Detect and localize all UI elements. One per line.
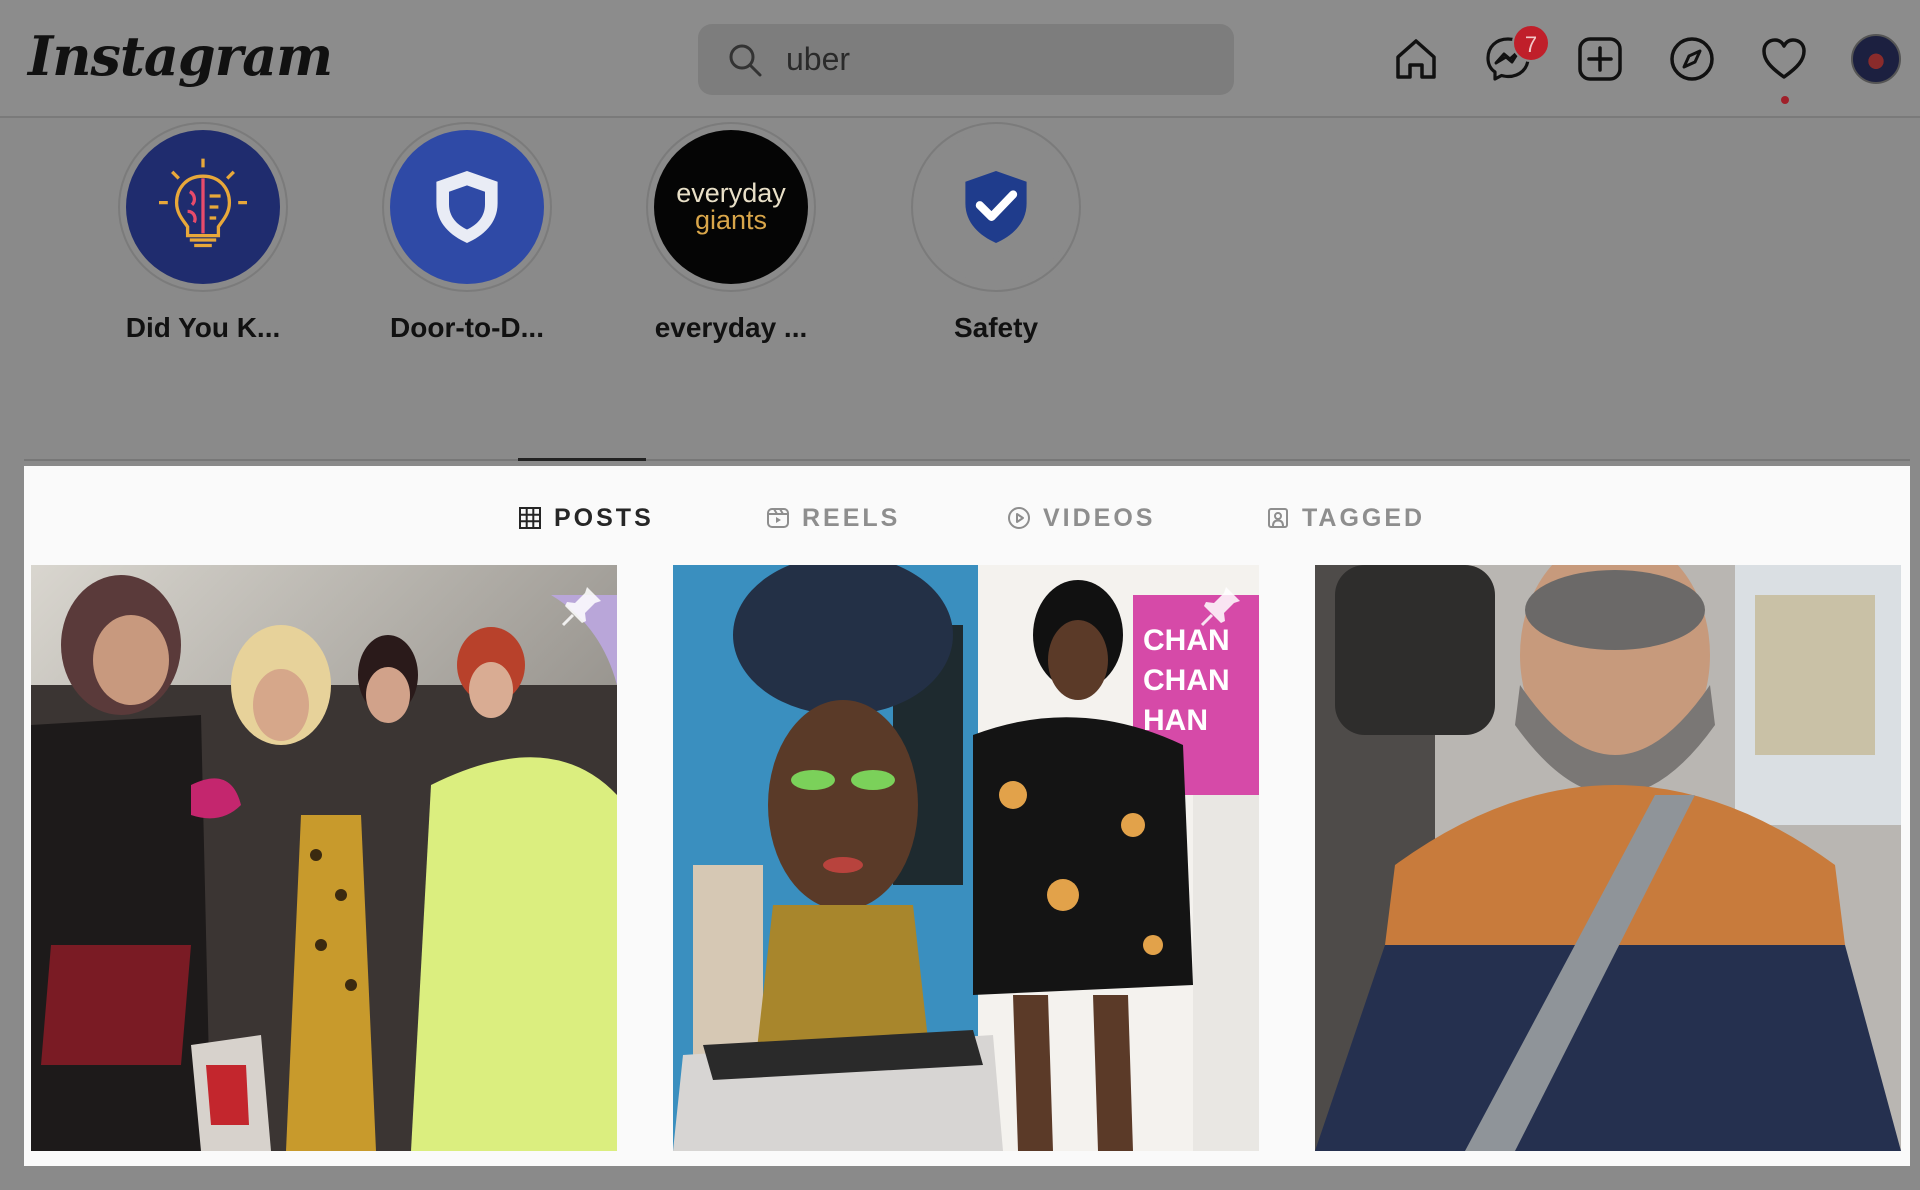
highlight-label: Did You K... <box>125 312 281 343</box>
tab-tagged[interactable]: TAGGED <box>1266 498 1425 538</box>
notification-dot <box>1781 96 1789 104</box>
play-circle-icon <box>1008 507 1030 529</box>
tab-label: VIDEOS <box>1043 503 1156 532</box>
post-thumbnail[interactable] <box>31 565 617 1151</box>
post-image <box>31 565 617 1151</box>
tab-label: REELS <box>802 503 901 532</box>
new-post-icon[interactable] <box>1576 35 1624 83</box>
everyday-giants-logo: everyday giants <box>654 130 808 284</box>
explore-icon[interactable] <box>1668 35 1716 83</box>
reels-icon <box>767 508 789 528</box>
tab-posts[interactable]: POSTS <box>518 498 654 538</box>
post-image: CHAN CHAN HAN <box>673 565 1259 1151</box>
tab-label: POSTS <box>554 503 654 532</box>
highlight-label: everyday ... <box>654 312 808 343</box>
top-navigation-bar: Instagram 7 <box>0 0 1920 118</box>
tagged-icon <box>1268 508 1288 528</box>
tab-reels[interactable]: REELS <box>766 498 900 538</box>
pin-icon <box>1200 587 1240 627</box>
lightbulb-brain-icon <box>126 130 280 284</box>
tab-videos[interactable]: VIDEOS <box>1007 498 1155 538</box>
instagram-logo[interactable]: Instagram <box>28 24 333 88</box>
heart-icon[interactable] <box>1760 35 1808 83</box>
grid-icon <box>519 507 541 529</box>
shield-check-icon <box>919 130 1073 284</box>
messages-badge: 7 <box>1512 24 1550 62</box>
pin-icon <box>561 587 601 627</box>
svg-text:HAN: HAN <box>1143 704 1208 737</box>
post-thumbnail[interactable]: CHAN CHAN HAN <box>673 565 1259 1151</box>
highlight-label: Safety <box>953 312 1039 343</box>
logo-line-2: giants <box>694 205 768 235</box>
post-image <box>1315 565 1901 1151</box>
search-icon <box>729 44 762 77</box>
post-thumbnail[interactable] <box>1315 565 1901 1151</box>
avatar[interactable] <box>1851 34 1901 84</box>
shield-icon <box>390 130 544 284</box>
home-icon[interactable] <box>1392 35 1440 83</box>
highlight-label: Door-to-D... <box>390 312 544 343</box>
posts-panel: POSTS REELS VIDEOS TAGGED CHAN CHAN HAN <box>24 466 1910 1166</box>
svg-text:CHAN: CHAN <box>1143 664 1230 697</box>
search-input[interactable] <box>786 24 1206 95</box>
active-tab-indicator <box>518 458 646 461</box>
tab-label: TAGGED <box>1302 503 1426 532</box>
tabs-divider <box>24 459 1910 461</box>
search-box[interactable] <box>698 24 1234 95</box>
logo-line-1: everyday <box>676 178 786 208</box>
